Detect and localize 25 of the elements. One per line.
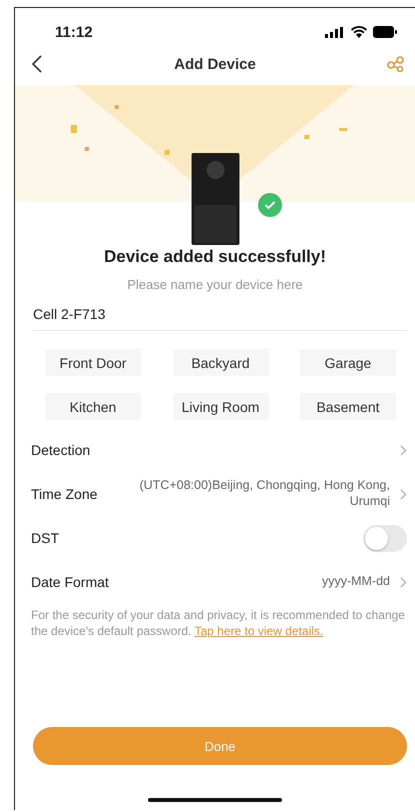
name-prompt: Please name your device here xyxy=(126,277,304,292)
page-title: Add Device xyxy=(174,56,256,72)
name-chip[interactable]: Front Door xyxy=(45,349,141,376)
name-chip[interactable]: Basement xyxy=(300,393,396,420)
status-time: 11:12 xyxy=(55,24,93,40)
signal-icon xyxy=(325,26,345,38)
setting-label: Date Format xyxy=(31,574,109,590)
success-check-icon xyxy=(258,193,282,217)
battery-icon xyxy=(373,26,397,38)
chevron-icon[interactable] xyxy=(400,444,407,456)
security-notice: For the security of your data and privacy, it is recommended to change the device's default password. Tap here to view details. xyxy=(31,608,406,640)
name-chip[interactable]: Backyard xyxy=(172,349,268,376)
name-chip[interactable]: Garage xyxy=(300,349,396,376)
setting-value: (UTC+08:00)Beijing, Chongqing, Hong Kong, Urumqi xyxy=(138,478,390,510)
chevron-icon[interactable] xyxy=(400,576,407,588)
dst-toggle[interactable] xyxy=(363,524,407,552)
setting-label: Time Zone xyxy=(31,486,98,502)
name-chip[interactable]: Living Room xyxy=(172,393,268,420)
wifi-icon xyxy=(351,26,367,38)
success-title: Device added successfully! xyxy=(102,247,328,267)
setting-value: yyyy-MM-dd xyxy=(322,574,390,590)
name-chip[interactable]: Kitchen xyxy=(45,393,141,420)
setting-label: Detection xyxy=(31,442,90,458)
setting-label: DST xyxy=(31,530,59,546)
chevron-icon[interactable] xyxy=(400,488,407,500)
